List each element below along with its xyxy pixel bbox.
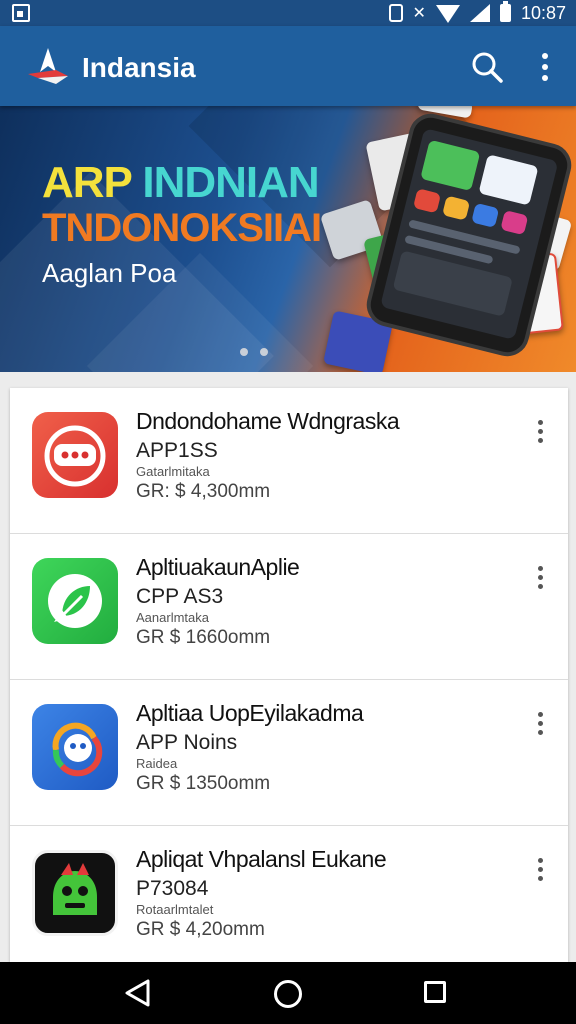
app-price: GR $ 1350omm: [136, 773, 271, 794]
more-options-icon[interactable]: [530, 50, 560, 84]
wifi-icon: [435, 5, 460, 23]
banner-headline: ARP INDNIAN: [42, 158, 320, 207]
status-time: 10:87: [520, 2, 566, 23]
app-logo-icon: [28, 48, 68, 84]
list-item[interactable]: Apliqat Vhpalansl Eukane P73084 Rotaarlm…: [10, 826, 568, 962]
home-icon[interactable]: [274, 980, 302, 1008]
app-name: Apliqat Vhpalansl Eukane: [136, 846, 387, 872]
app-list: Dndondohame Wdngraska APP1SS Gatarlmitak…: [10, 388, 568, 962]
face-app-icon: [32, 704, 118, 790]
app-price: GR: $ 4,300mm: [136, 481, 271, 502]
row-more-options-icon[interactable]: [528, 708, 552, 738]
screenshot-icon: [12, 4, 30, 22]
robot-app-icon: [32, 850, 118, 936]
app-price: GR $ 4,20omm: [136, 919, 265, 940]
back-icon[interactable]: [122, 978, 154, 1008]
signal-icon: [469, 4, 490, 22]
app-subtitle: P73084: [136, 877, 209, 900]
list-item[interactable]: Dndondohame Wdngraska APP1SS Gatarlmitak…: [10, 388, 568, 534]
chat-bubble-app-icon: [32, 412, 118, 498]
app-bar: Indansia: [0, 26, 576, 106]
app-subtitle: CPP AS3: [136, 585, 224, 608]
list-item[interactable]: ApltiuakaunAplie CPP AS3 Aanarlmtaka GR …: [10, 534, 568, 680]
app-category: Rotaarlmtalet: [136, 902, 214, 917]
recent-apps-icon[interactable]: [424, 981, 446, 1003]
status-icons: ✕ 10:87: [388, 0, 566, 26]
app-price: GR $ 1660omm: [136, 627, 271, 648]
vibrate-icon: [388, 4, 403, 22]
row-more-options-icon[interactable]: [528, 562, 552, 592]
system-nav-bar: [0, 962, 576, 1024]
app-name: ApltiuakaunAplie: [136, 554, 300, 580]
carousel-dot[interactable]: [240, 348, 248, 356]
leaf-app-icon: [32, 558, 118, 644]
app-category: Aanarlmtaka: [136, 610, 209, 625]
app-title: Indansia: [82, 52, 196, 83]
app-category: Raidea: [136, 756, 178, 771]
app-name: Apltiaa UopEyilakadma: [136, 700, 364, 726]
carousel-dot[interactable]: [260, 348, 268, 356]
list-item[interactable]: Apltiaa UopEyilakadma APP Noins Raidea G…: [10, 680, 568, 826]
app-name: Dndondohame Wdngraska: [136, 408, 400, 434]
promo-banner[interactable]: ARP INDNIAN TNDONOKSIIAI Aaglan Poa: [0, 106, 576, 372]
row-more-options-icon[interactable]: [528, 416, 552, 446]
banner-headline-line2: TNDONOKSIIAI: [42, 206, 322, 250]
row-more-options-icon[interactable]: [528, 854, 552, 884]
app-category: Gatarlmitaka: [136, 464, 210, 479]
app-subtitle: APP1SS: [136, 439, 218, 462]
no-sim-icon: ✕: [412, 5, 426, 22]
battery-icon: [499, 1, 511, 22]
banner-subtitle: Aaglan Poa: [42, 258, 177, 288]
search-icon[interactable]: [470, 50, 504, 84]
app-subtitle: APP Noins: [136, 731, 238, 754]
status-bar: ✕ 10:87: [0, 0, 576, 26]
carousel-indicator[interactable]: [240, 348, 268, 356]
